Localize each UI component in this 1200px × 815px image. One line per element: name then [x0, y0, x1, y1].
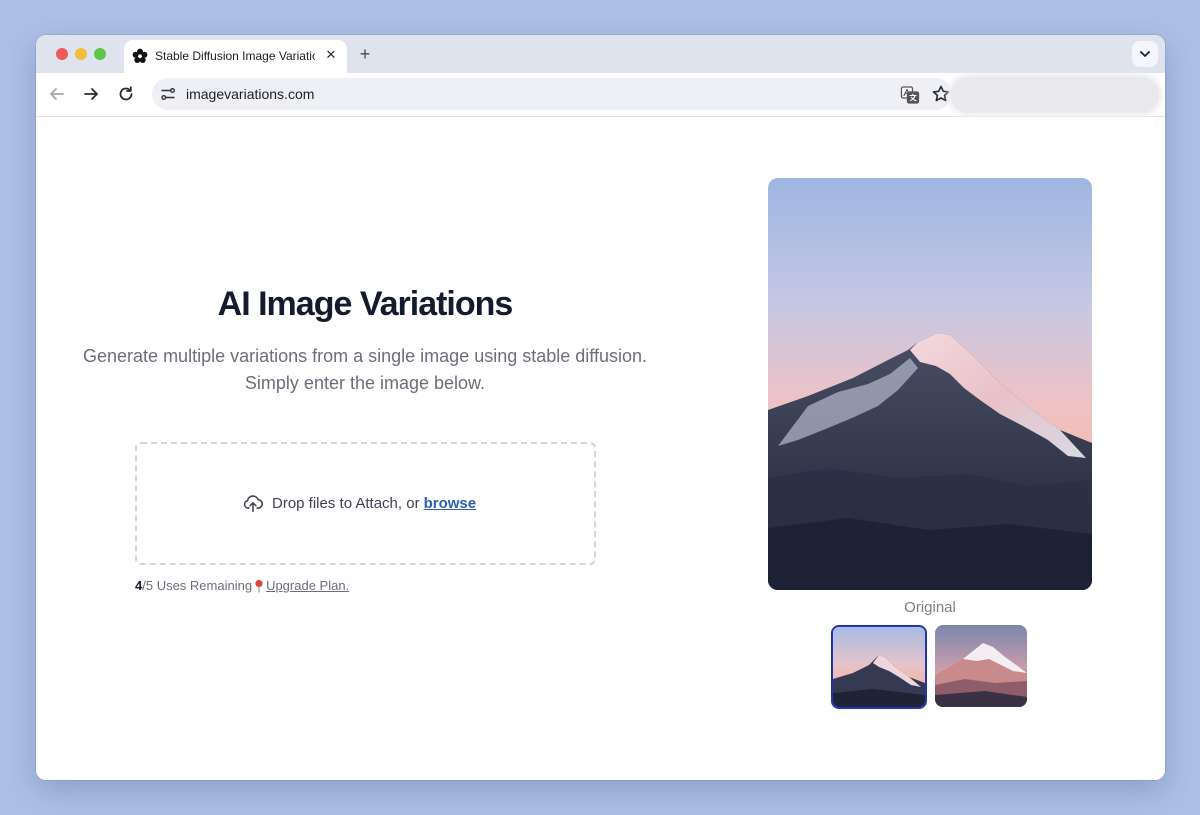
thumbnail-original-selected[interactable]: [831, 625, 927, 709]
translate-icon[interactable]: [900, 85, 920, 105]
dropzone-text: Drop files to Attach, or: [272, 494, 420, 512]
bookmark-star-icon[interactable]: [931, 84, 951, 104]
new-tab-button[interactable]: +: [354, 43, 376, 65]
upgrade-plan-link[interactable]: Upgrade Plan.: [266, 578, 349, 593]
tab-strip: Stable Diffusion Image Variations ✕ +: [36, 35, 1165, 73]
forward-arrow-icon[interactable]: [80, 83, 102, 105]
original-caption: Original: [904, 599, 956, 616]
page-subtitle: Generate multiple variations from a sing…: [36, 343, 694, 397]
url-text: imagevariations.com: [186, 86, 315, 102]
browser-window: Stable Diffusion Image Variations ✕ + im…: [36, 35, 1165, 780]
thumbnail-variation[interactable]: [935, 625, 1027, 707]
tab-search-button[interactable]: [1132, 41, 1158, 67]
back-arrow-icon[interactable]: [46, 83, 68, 105]
subtitle-line-1: Generate multiple variations from a sing…: [83, 346, 647, 366]
tab-title: Stable Diffusion Image Variations: [155, 49, 315, 63]
usage-info: 4 /5 Uses Remaining Upgrade Plan.: [135, 578, 349, 593]
dropzone-prompt: Drop files to Attach, or browse: [242, 491, 476, 515]
maximize-window-button[interactable]: [94, 48, 106, 60]
uses-remaining-text: /5 Uses Remaining: [142, 578, 253, 593]
uses-count: 4: [135, 578, 143, 593]
site-info-icon[interactable]: [160, 86, 176, 102]
close-tab-icon[interactable]: ✕: [323, 46, 339, 64]
pushpin-icon: [255, 579, 263, 592]
page-content: AI Image Variations Generate multiple va…: [36, 117, 1165, 780]
file-dropzone[interactable]: Drop files to Attach, or browse: [135, 442, 596, 565]
browse-link[interactable]: browse: [424, 495, 477, 512]
chevron-down-icon: [1140, 51, 1150, 57]
cloud-upload-icon: [243, 495, 264, 513]
original-image-preview: [768, 178, 1092, 590]
blurred-profile-area: [951, 77, 1159, 113]
page-title: AI Image Variations: [217, 285, 514, 323]
minimize-window-button[interactable]: [75, 48, 87, 60]
active-tab[interactable]: Stable Diffusion Image Variations ✕: [124, 40, 347, 73]
close-window-button[interactable]: [56, 48, 68, 60]
address-bar[interactable]: imagevariations.com: [152, 78, 952, 110]
flower-favicon-icon: [132, 48, 148, 63]
reload-icon[interactable]: [115, 83, 137, 105]
browser-toolbar: imagevariations.com: [36, 73, 1165, 117]
subtitle-line-2: Simply enter the image below.: [244, 373, 486, 393]
